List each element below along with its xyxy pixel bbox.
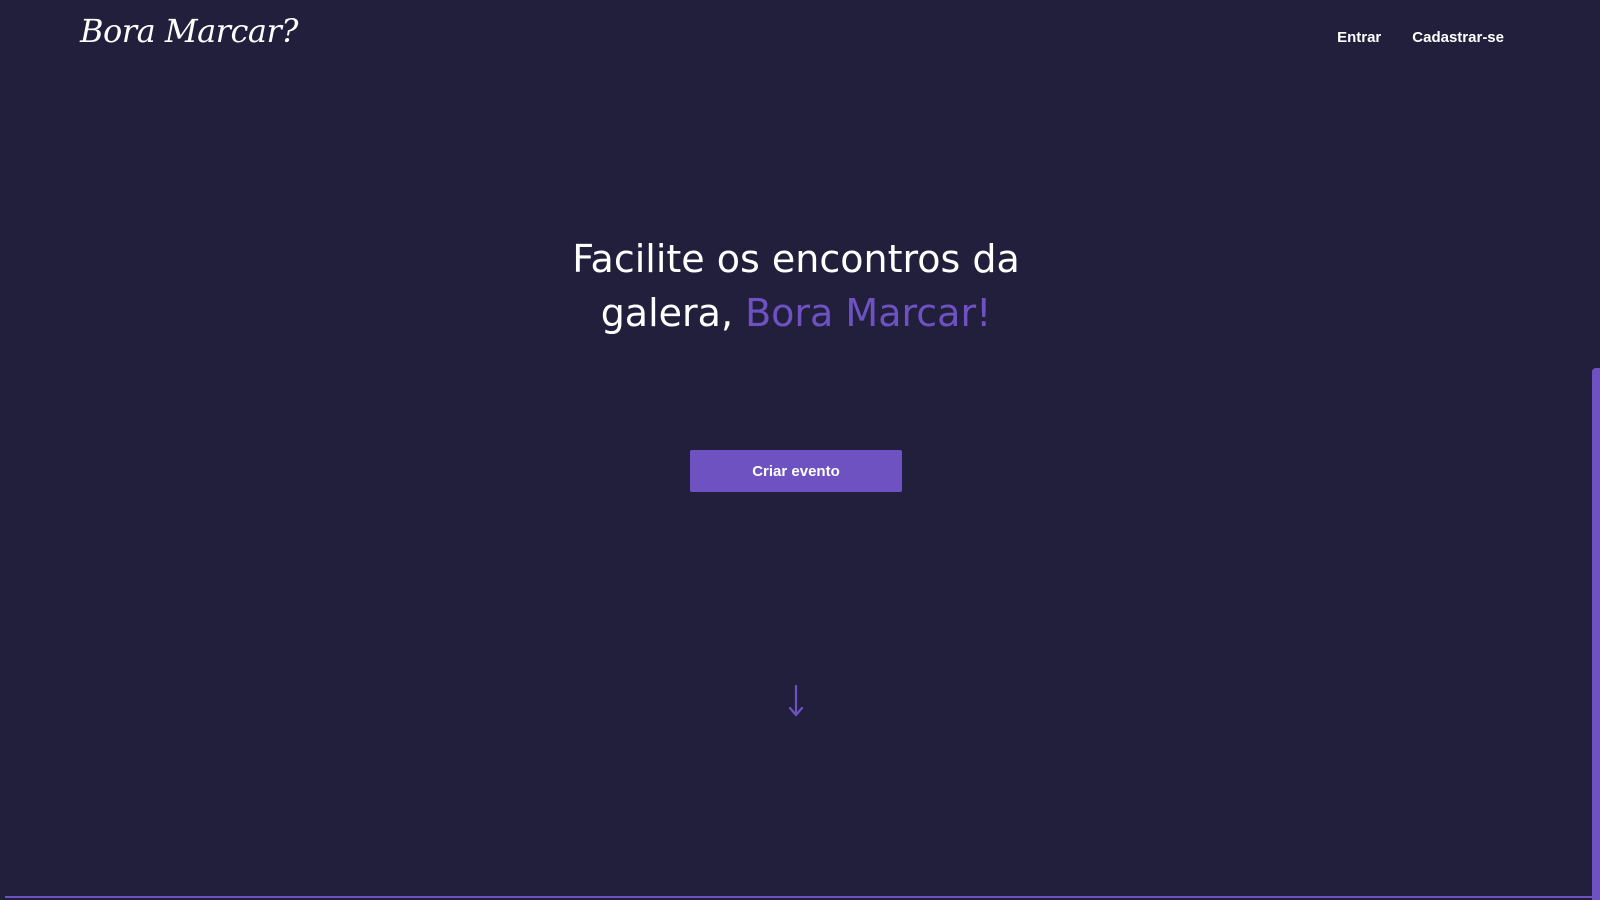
scrollbar-thumb[interactable] — [1592, 368, 1600, 900]
top-header: Bora Marcar? Entrar Cadastrar-se — [0, 0, 1600, 76]
logo[interactable]: Bora Marcar? — [80, 12, 298, 50]
create-event-button[interactable]: Criar evento — [690, 450, 902, 492]
bottom-divider — [5, 896, 1592, 898]
scrollbar[interactable] — [1592, 0, 1600, 900]
hero-title-accent: Bora Marcar! — [745, 291, 992, 335]
hero-section: Facilite os encontros da galera, Bora Ma… — [0, 232, 1592, 340]
hero-title: Facilite os encontros da galera, Bora Ma… — [561, 232, 1031, 340]
arrow-down-icon[interactable] — [787, 684, 805, 718]
top-nav: Entrar Cadastrar-se — [1337, 29, 1504, 46]
landing-page: Bora Marcar? Entrar Cadastrar-se Facilit… — [0, 0, 1600, 900]
login-link[interactable]: Entrar — [1337, 29, 1381, 46]
signup-link[interactable]: Cadastrar-se — [1412, 29, 1504, 46]
